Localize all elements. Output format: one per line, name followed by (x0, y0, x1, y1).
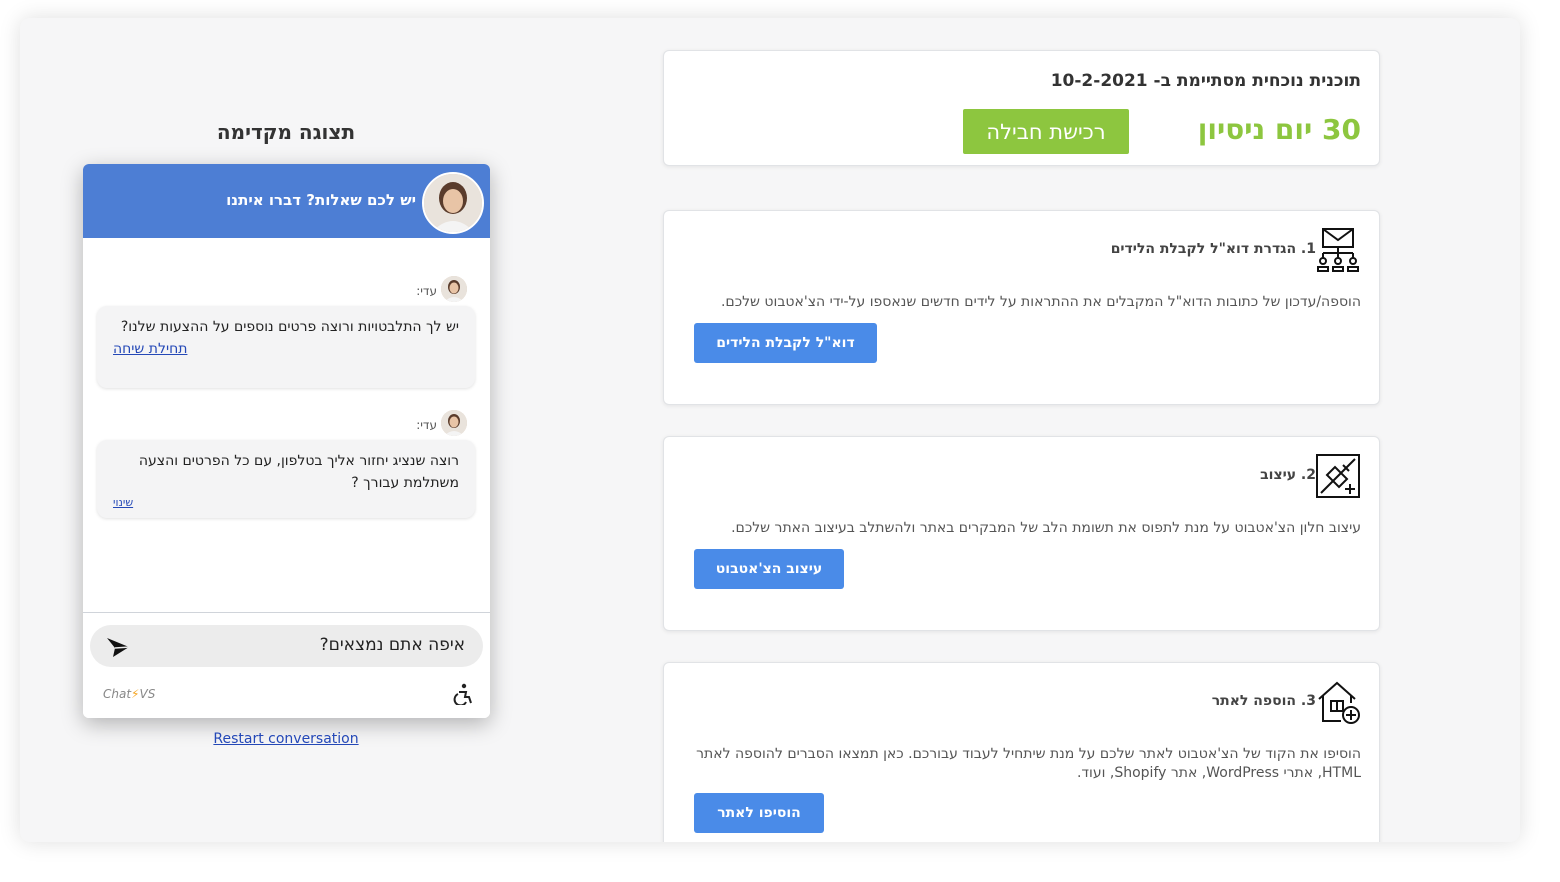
page-frame: תוכנית נוכחית מסתיימת ב- 10-2-2021 30 יו… (20, 18, 1520, 842)
step-design-card: 2. עיצוב עיצוב חלון הצ'אטבוט על מנת לתפו… (663, 436, 1380, 631)
chat-input-area: איפה אתם נמצאים? Chat⚡VS (83, 612, 490, 718)
send-icon[interactable] (106, 636, 130, 658)
trial-days-label: 30 יום ניסיון (1197, 113, 1361, 146)
step-1-description: הוספה/עדכון של כתובות הדוא"ל המקבלים את … (720, 294, 1361, 310)
plan-card: תוכנית נוכחית מסתיימת ב- 10-2-2021 30 יו… (663, 50, 1380, 166)
house-add-icon (1318, 681, 1360, 724)
message-bubble: רוצה שנציג יחזור אליך בטלפון, עם כל הפרט… (97, 440, 475, 518)
add-to-site-button[interactable]: הוסיפו לאתר (694, 793, 824, 833)
message-text: רוצה שנציג יחזור אליך בטלפון, עם כל הפרט… (138, 453, 459, 491)
message-bubble: יש לך התלבטויות ורוצה פרטים נוספים על הה… (97, 306, 475, 388)
design-chatbot-button[interactable]: עיצוב הצ'אטבוט (694, 549, 844, 589)
chat-message: עדי: רוצה שנציג יחזור אליך בטלפון, עם כל… (97, 410, 475, 522)
preview-title: תצוגה מקדימה (216, 120, 356, 144)
agent-avatar (422, 172, 484, 234)
start-chat-link[interactable]: תחילת שיחה (113, 338, 459, 360)
restart-conversation-link[interactable]: Restart conversation (170, 731, 402, 747)
email-network-icon (1317, 228, 1359, 272)
plan-expiry-text: תוכנית נוכחית מסתיימת ב- 10-2-2021 (1050, 71, 1361, 91)
step-email-card: 1. הגדרת דוא"ל לקבלת הלידים הוספה/עדכון … (663, 210, 1380, 405)
chat-header-text: יש לכם שאלות? דברו איתנו (226, 191, 416, 209)
step-2-heading: 2. עיצוב (1260, 467, 1316, 483)
step-3-description: הוסיפו את הקוד של הצ'אטבוט לאתר שלכם על … (696, 746, 1361, 781)
buy-package-button[interactable]: רכישת חבילה (963, 109, 1129, 154)
accessibility-icon[interactable] (453, 683, 473, 705)
message-text: יש לך התלבטויות ורוצה פרטים נוספים על הה… (120, 319, 459, 335)
sender-avatar (441, 410, 467, 436)
change-link[interactable]: שינוי (113, 496, 459, 510)
email-settings-button[interactable]: דוא"ל לקבלת הלידים (694, 323, 877, 363)
chat-message: עדי: יש לך התלבטויות ורוצה פרטים נוספים … (97, 276, 475, 392)
sender-avatar (441, 276, 467, 302)
sender-name: עדי: (416, 418, 437, 432)
design-tools-icon (1316, 454, 1360, 498)
sender-name: עדי: (416, 284, 437, 298)
chat-input[interactable]: איפה אתם נמצאים? (90, 625, 483, 667)
chat-brand-logo: Chat⚡VS (103, 687, 156, 701)
step-3-heading: 3. הוספה לאתר (1211, 693, 1316, 709)
step-1-heading: 1. הגדרת דוא"ל לקבלת הלידים (1110, 241, 1316, 257)
step-2-description: עיצוב חלון הצ'אטבוט על מנת לתפוס את תשומ… (731, 520, 1361, 536)
chat-widget-preview: יש לכם שאלות? דברו איתנו עדי: יש לך התלב… (83, 164, 490, 718)
chat-input-value[interactable]: איפה אתם נמצאים? (320, 635, 465, 655)
step-install-card: 3. הוספה לאתר הוסיפו את הקוד של הצ'אטבוט… (663, 662, 1380, 842)
chat-header: יש לכם שאלות? דברו איתנו (83, 164, 490, 238)
